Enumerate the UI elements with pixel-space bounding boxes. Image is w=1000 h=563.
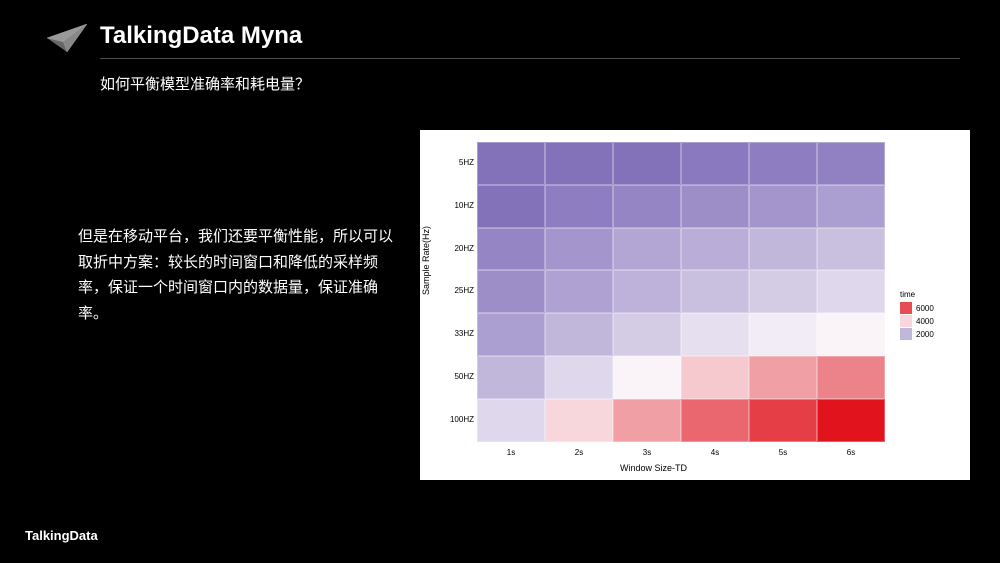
heatmap-cell (477, 313, 545, 356)
legend-swatch (900, 328, 912, 340)
heatmap-cell (817, 356, 885, 399)
x-axis-label: Window Size-TD (620, 463, 687, 473)
legend-item: 2000 (900, 328, 960, 340)
heatmap-cell (681, 270, 749, 313)
heatmap-cell (545, 185, 613, 228)
y-tick-label: 100HZ (444, 399, 474, 442)
heatmap-cell (681, 399, 749, 442)
y-tick-label: 33HZ (444, 313, 474, 356)
heatmap-row (477, 270, 885, 313)
heatmap-cell (817, 270, 885, 313)
heatmap-row (477, 356, 885, 399)
heatmap-cell (477, 142, 545, 185)
page-subtitle: 如何平衡模型准确率和耗电量？ (100, 73, 1000, 94)
heatmap-cell (545, 399, 613, 442)
legend-swatch (900, 302, 912, 314)
heatmap-cell (749, 185, 817, 228)
x-tick-label: 3s (613, 448, 681, 457)
heatmap-cell (817, 228, 885, 271)
y-tick-labels: 5HZ10HZ20HZ25HZ33HZ50HZ100HZ (444, 142, 474, 442)
heatmap-cell (817, 399, 885, 442)
legend-item: 4000 (900, 315, 960, 327)
heatmap-cell (613, 270, 681, 313)
heatmap-cell (817, 142, 885, 185)
heatmap-cell (613, 228, 681, 271)
heatmap-cell (545, 270, 613, 313)
y-tick-label: 25HZ (444, 270, 474, 313)
x-tick-labels: 1s2s3s4s5s6s (477, 448, 885, 457)
heatmap-cell (749, 356, 817, 399)
color-legend: time 6000 4000 2000 (900, 290, 960, 341)
x-tick-label: 2s (545, 448, 613, 457)
heatmap-cell (817, 185, 885, 228)
heatmap-cell (681, 313, 749, 356)
y-tick-label: 20HZ (444, 228, 474, 271)
legend-tick-label: 4000 (916, 317, 934, 326)
heatmap-cell (477, 228, 545, 271)
paper-plane-icon (45, 22, 89, 54)
heatmap-row (477, 185, 885, 228)
heatmap-cell (477, 356, 545, 399)
heatmap-cell (749, 228, 817, 271)
heatmap-cell (613, 313, 681, 356)
legend-item: 6000 (900, 302, 960, 314)
heatmap-cell (749, 142, 817, 185)
x-tick-label: 4s (681, 448, 749, 457)
heatmap-cell (681, 142, 749, 185)
y-tick-label: 50HZ (444, 356, 474, 399)
heatmap-cell (681, 228, 749, 271)
legend-title: time (900, 290, 960, 299)
x-tick-label: 5s (749, 448, 817, 457)
legend-tick-label: 2000 (916, 330, 934, 339)
heatmap-row (477, 142, 885, 185)
heatmap-cell (749, 270, 817, 313)
legend-tick-label: 6000 (916, 304, 934, 313)
y-axis-label: Sample Rate(Hz) (421, 226, 431, 295)
heatmap-cell (477, 185, 545, 228)
heatmap-cell (477, 399, 545, 442)
heatmap-grid (477, 142, 885, 442)
heatmap-cell (613, 356, 681, 399)
page-title: TalkingData Myna (100, 22, 1000, 50)
heatmap-row (477, 313, 885, 356)
heatmap-cell (545, 228, 613, 271)
heatmap-cell (749, 313, 817, 356)
footer-brand: TalkingData (25, 528, 98, 543)
y-tick-label: 10HZ (444, 185, 474, 228)
body-paragraph: 但是在移动平台，我们还要平衡性能，所以可以取折中方案：较长的时间窗口和降低的采样… (78, 224, 398, 326)
heatmap-cell (613, 142, 681, 185)
x-tick-label: 1s (477, 448, 545, 457)
legend-swatch (900, 315, 912, 327)
heatmap-cell (681, 185, 749, 228)
heatmap-cell (613, 185, 681, 228)
heatmap-row (477, 228, 885, 271)
heatmap-cell (681, 356, 749, 399)
heatmap-cell (545, 356, 613, 399)
heatmap-row (477, 399, 885, 442)
heatmap-cell (477, 270, 545, 313)
heatmap-cell (545, 142, 613, 185)
y-tick-label: 5HZ (444, 142, 474, 185)
x-tick-label: 6s (817, 448, 885, 457)
heatmap-chart: Sample Rate(Hz) 5HZ10HZ20HZ25HZ33HZ50HZ1… (420, 130, 970, 480)
heatmap-cell (817, 313, 885, 356)
heatmap-cell (545, 313, 613, 356)
header-divider (100, 58, 960, 59)
heatmap-cell (613, 399, 681, 442)
heatmap-cell (749, 399, 817, 442)
